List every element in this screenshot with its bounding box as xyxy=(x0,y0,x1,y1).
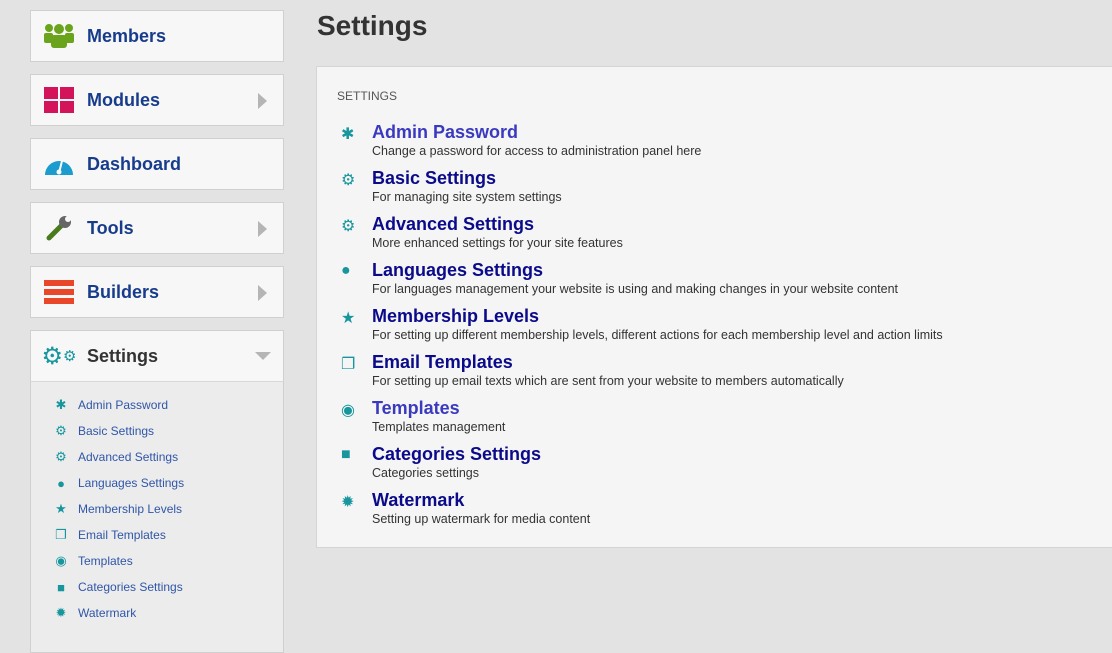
nav-label: Modules xyxy=(87,89,161,110)
settings-desc: Templates management xyxy=(372,420,506,434)
submenu-basic-settings[interactable]: ⚙ Basic Settings xyxy=(31,418,283,444)
submenu-email-templates[interactable]: ❐ Email Templates xyxy=(31,522,283,548)
certificate-icon: ✹ xyxy=(341,494,355,511)
settings-item: ■ Categories Settings Categories settings xyxy=(341,443,943,489)
nav-label: Tools xyxy=(87,217,134,238)
nav-tools[interactable]: Tools xyxy=(30,202,284,254)
nav-label: Settings xyxy=(87,345,159,366)
section-caption: SETTINGS xyxy=(337,89,398,103)
submenu-membership-levels[interactable]: ★ Membership Levels xyxy=(31,496,283,522)
settings-item: ◉ Templates Templates management xyxy=(341,397,943,443)
settings-link[interactable]: Admin Password xyxy=(372,121,701,143)
submenu-label: Basic Settings xyxy=(78,424,155,438)
settings-item: ✱ Admin Password Change a password for acc… xyxy=(341,121,943,167)
submenu-label: Advanced Settings xyxy=(78,450,179,464)
nav-settings[interactable]: ⚙ ⚙ Settings xyxy=(30,330,284,382)
settings-link[interactable]: Watermark xyxy=(372,489,590,511)
chevron-right-icon xyxy=(258,221,267,237)
settings-link[interactable]: Email Templates xyxy=(372,351,844,373)
settings-item: ✹ Watermark Setting up watermark for media… xyxy=(341,489,943,535)
asterisk-icon: ✱ xyxy=(341,126,355,143)
globe-icon: ● xyxy=(57,475,65,491)
submenu-label: Membership Levels xyxy=(78,502,183,516)
nav-modules[interactable]: Modules xyxy=(30,74,284,126)
chevron-right-icon xyxy=(258,285,267,301)
eye-icon: ◉ xyxy=(55,553,67,568)
submenu-admin-password[interactable]: ✱ Admin Password xyxy=(31,392,283,418)
submenu-label: Watermark xyxy=(78,606,137,620)
settings-desc: Setting up watermark for media content xyxy=(372,512,591,526)
submenu-languages-settings[interactable]: ● Languages Settings xyxy=(31,470,283,496)
submenu-label: Templates xyxy=(78,554,133,568)
globe-icon: ● xyxy=(341,262,351,279)
nav-members[interactable]: Members xyxy=(30,10,284,62)
nav-label: Members xyxy=(87,25,167,46)
folder-icon: ■ xyxy=(57,579,65,595)
settings-submenu: ✱ Admin Password ⚙ Basic Settings ⚙ Advance… xyxy=(30,382,284,653)
page-title: Settings xyxy=(317,10,428,41)
gears-icon: ⚙ xyxy=(55,449,67,464)
submenu-advanced-settings[interactable]: ⚙ Advanced Settings xyxy=(31,444,283,470)
nav-builders[interactable]: Builders xyxy=(30,266,284,318)
settings-desc: For languages management your website is… xyxy=(372,282,899,296)
certificate-icon: ✹ xyxy=(55,605,67,620)
settings-desc: For managing site system settings xyxy=(372,190,562,204)
settings-link[interactable]: Templates xyxy=(372,397,505,419)
eye-icon: ◉ xyxy=(341,402,355,419)
sidebar: Members Modules Dashboard Tools Builders… xyxy=(30,10,284,653)
submenu-label: Languages Settings xyxy=(78,476,185,490)
settings-list: ✱ Admin Password Change a password for acc… xyxy=(341,121,943,535)
settings-link[interactable]: Membership Levels xyxy=(372,305,943,327)
wrench-icon xyxy=(43,214,75,242)
settings-link[interactable]: Categories Settings xyxy=(372,443,541,465)
nav-label: Dashboard xyxy=(87,153,182,174)
nav-dashboard[interactable]: Dashboard xyxy=(30,138,284,190)
gear-icon: ⚙ xyxy=(55,423,67,438)
modules-icon xyxy=(43,86,75,114)
settings-item: ● Languages Settings For languages managem… xyxy=(341,259,943,305)
settings-panel: SETTINGS ✱ Admin Password Change a passwor… xyxy=(316,66,1112,548)
bars-icon xyxy=(43,278,75,306)
gears-icon: ⚙ xyxy=(341,218,356,235)
settings-item: ★ Membership Levels For setting up differe… xyxy=(341,305,943,351)
submenu-templates[interactable]: ◉ Templates xyxy=(31,548,283,574)
members-icon xyxy=(43,22,75,50)
settings-link[interactable]: Advanced Settings xyxy=(372,213,623,235)
settings-desc: For setting up different membership leve… xyxy=(372,328,943,342)
settings-item: ⚙ Advanced Settings More enhanced settings… xyxy=(341,213,943,259)
settings-link[interactable]: Basic Settings xyxy=(372,167,562,189)
dashboard-icon xyxy=(43,150,75,178)
submenu-watermark[interactable]: ✹ Watermark xyxy=(31,600,283,626)
folder-icon: ■ xyxy=(341,446,351,463)
settings-desc: Change a password for access to administ… xyxy=(372,144,702,158)
settings-desc: More enhanced settings for your site fea… xyxy=(372,236,623,250)
chevron-right-icon xyxy=(258,93,267,109)
copy-icon: ❐ xyxy=(341,356,356,373)
gears-icon: ⚙ ⚙ xyxy=(41,342,77,370)
star-icon: ★ xyxy=(341,310,356,327)
settings-item: ⚙ Basic Settings For managing site system … xyxy=(341,167,943,213)
asterisk-icon: ✱ xyxy=(55,397,67,412)
submenu-label: Categories Settings xyxy=(78,580,183,594)
nav-label: Builders xyxy=(87,281,160,302)
copy-icon: ❐ xyxy=(55,527,67,542)
submenu-label: Admin Password xyxy=(78,398,169,412)
settings-desc: Categories settings xyxy=(372,466,480,480)
settings-item: ❐ Email Templates For setting up email tex… xyxy=(341,351,943,397)
submenu-categories-settings[interactable]: ■ Categories Settings xyxy=(31,574,283,600)
settings-desc: For setting up email texts which are sen… xyxy=(372,374,844,388)
settings-link[interactable]: Languages Settings xyxy=(372,259,898,281)
submenu-label: Email Templates xyxy=(78,528,166,542)
chevron-down-icon xyxy=(255,352,271,360)
star-icon: ★ xyxy=(55,501,67,516)
gear-icon: ⚙ xyxy=(341,172,356,189)
